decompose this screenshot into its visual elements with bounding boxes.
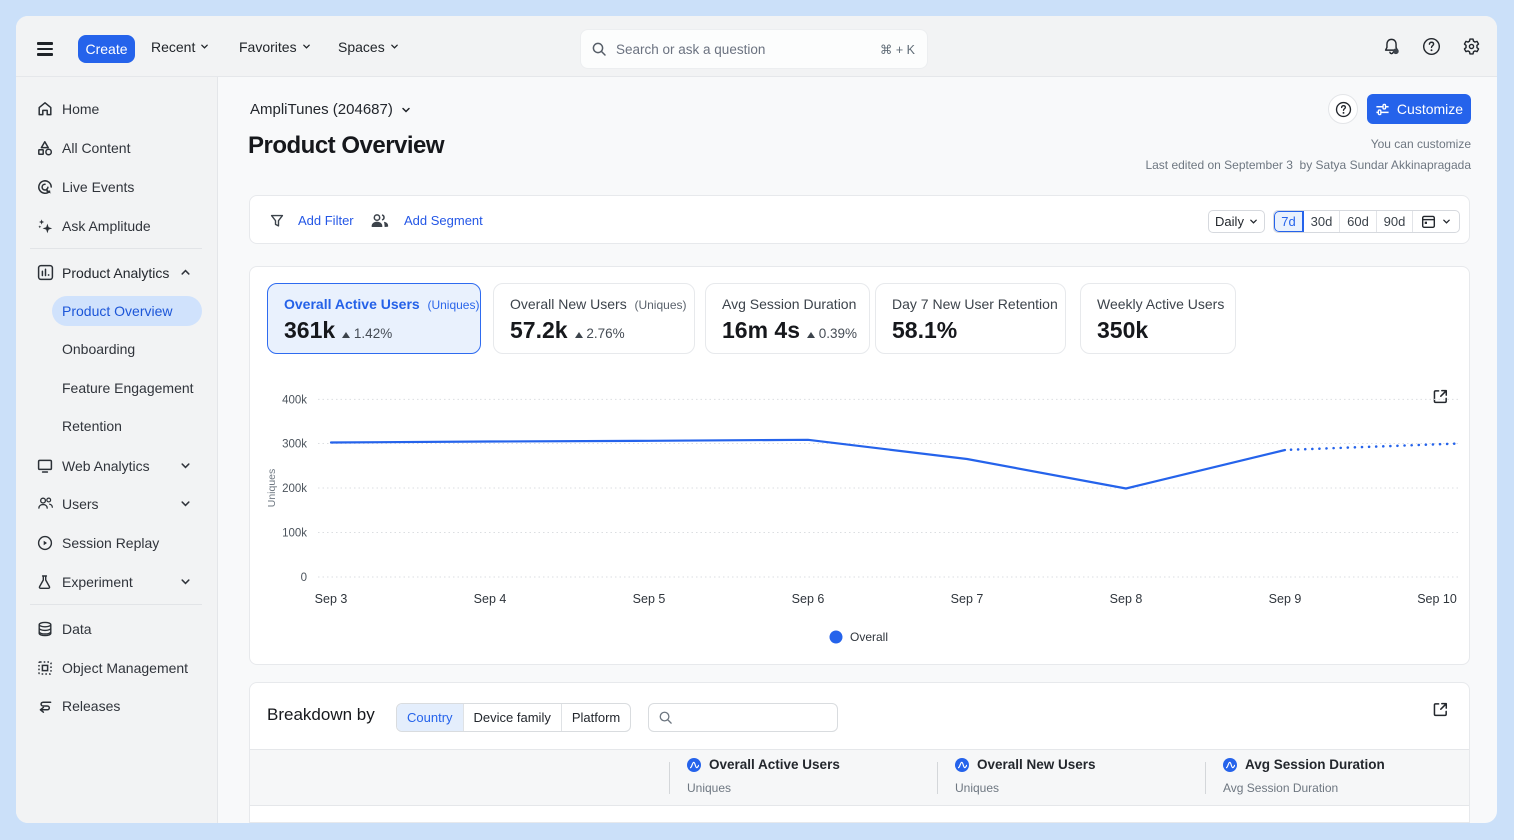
svg-text:Sep 6: Sep 6 <box>792 592 825 606</box>
svg-text:300k: 300k <box>282 439 307 451</box>
svg-text:Sep 3: Sep 3 <box>315 592 348 606</box>
svg-text:Uniques: Uniques <box>266 469 278 508</box>
svg-text:200k: 200k <box>282 483 307 495</box>
svg-text:0: 0 <box>301 572 307 584</box>
svg-text:400k: 400k <box>282 394 307 406</box>
svg-text:Sep 4: Sep 4 <box>474 592 507 606</box>
svg-text:Sep 5: Sep 5 <box>633 592 666 606</box>
svg-text:Sep 10: Sep 10 <box>1417 592 1457 606</box>
svg-text:Sep 9: Sep 9 <box>1269 592 1302 606</box>
svg-text:Sep 8: Sep 8 <box>1110 592 1143 606</box>
svg-text:Overall: Overall <box>850 630 888 644</box>
svg-text:100k: 100k <box>282 528 307 540</box>
svg-text:Sep 7: Sep 7 <box>951 592 984 606</box>
